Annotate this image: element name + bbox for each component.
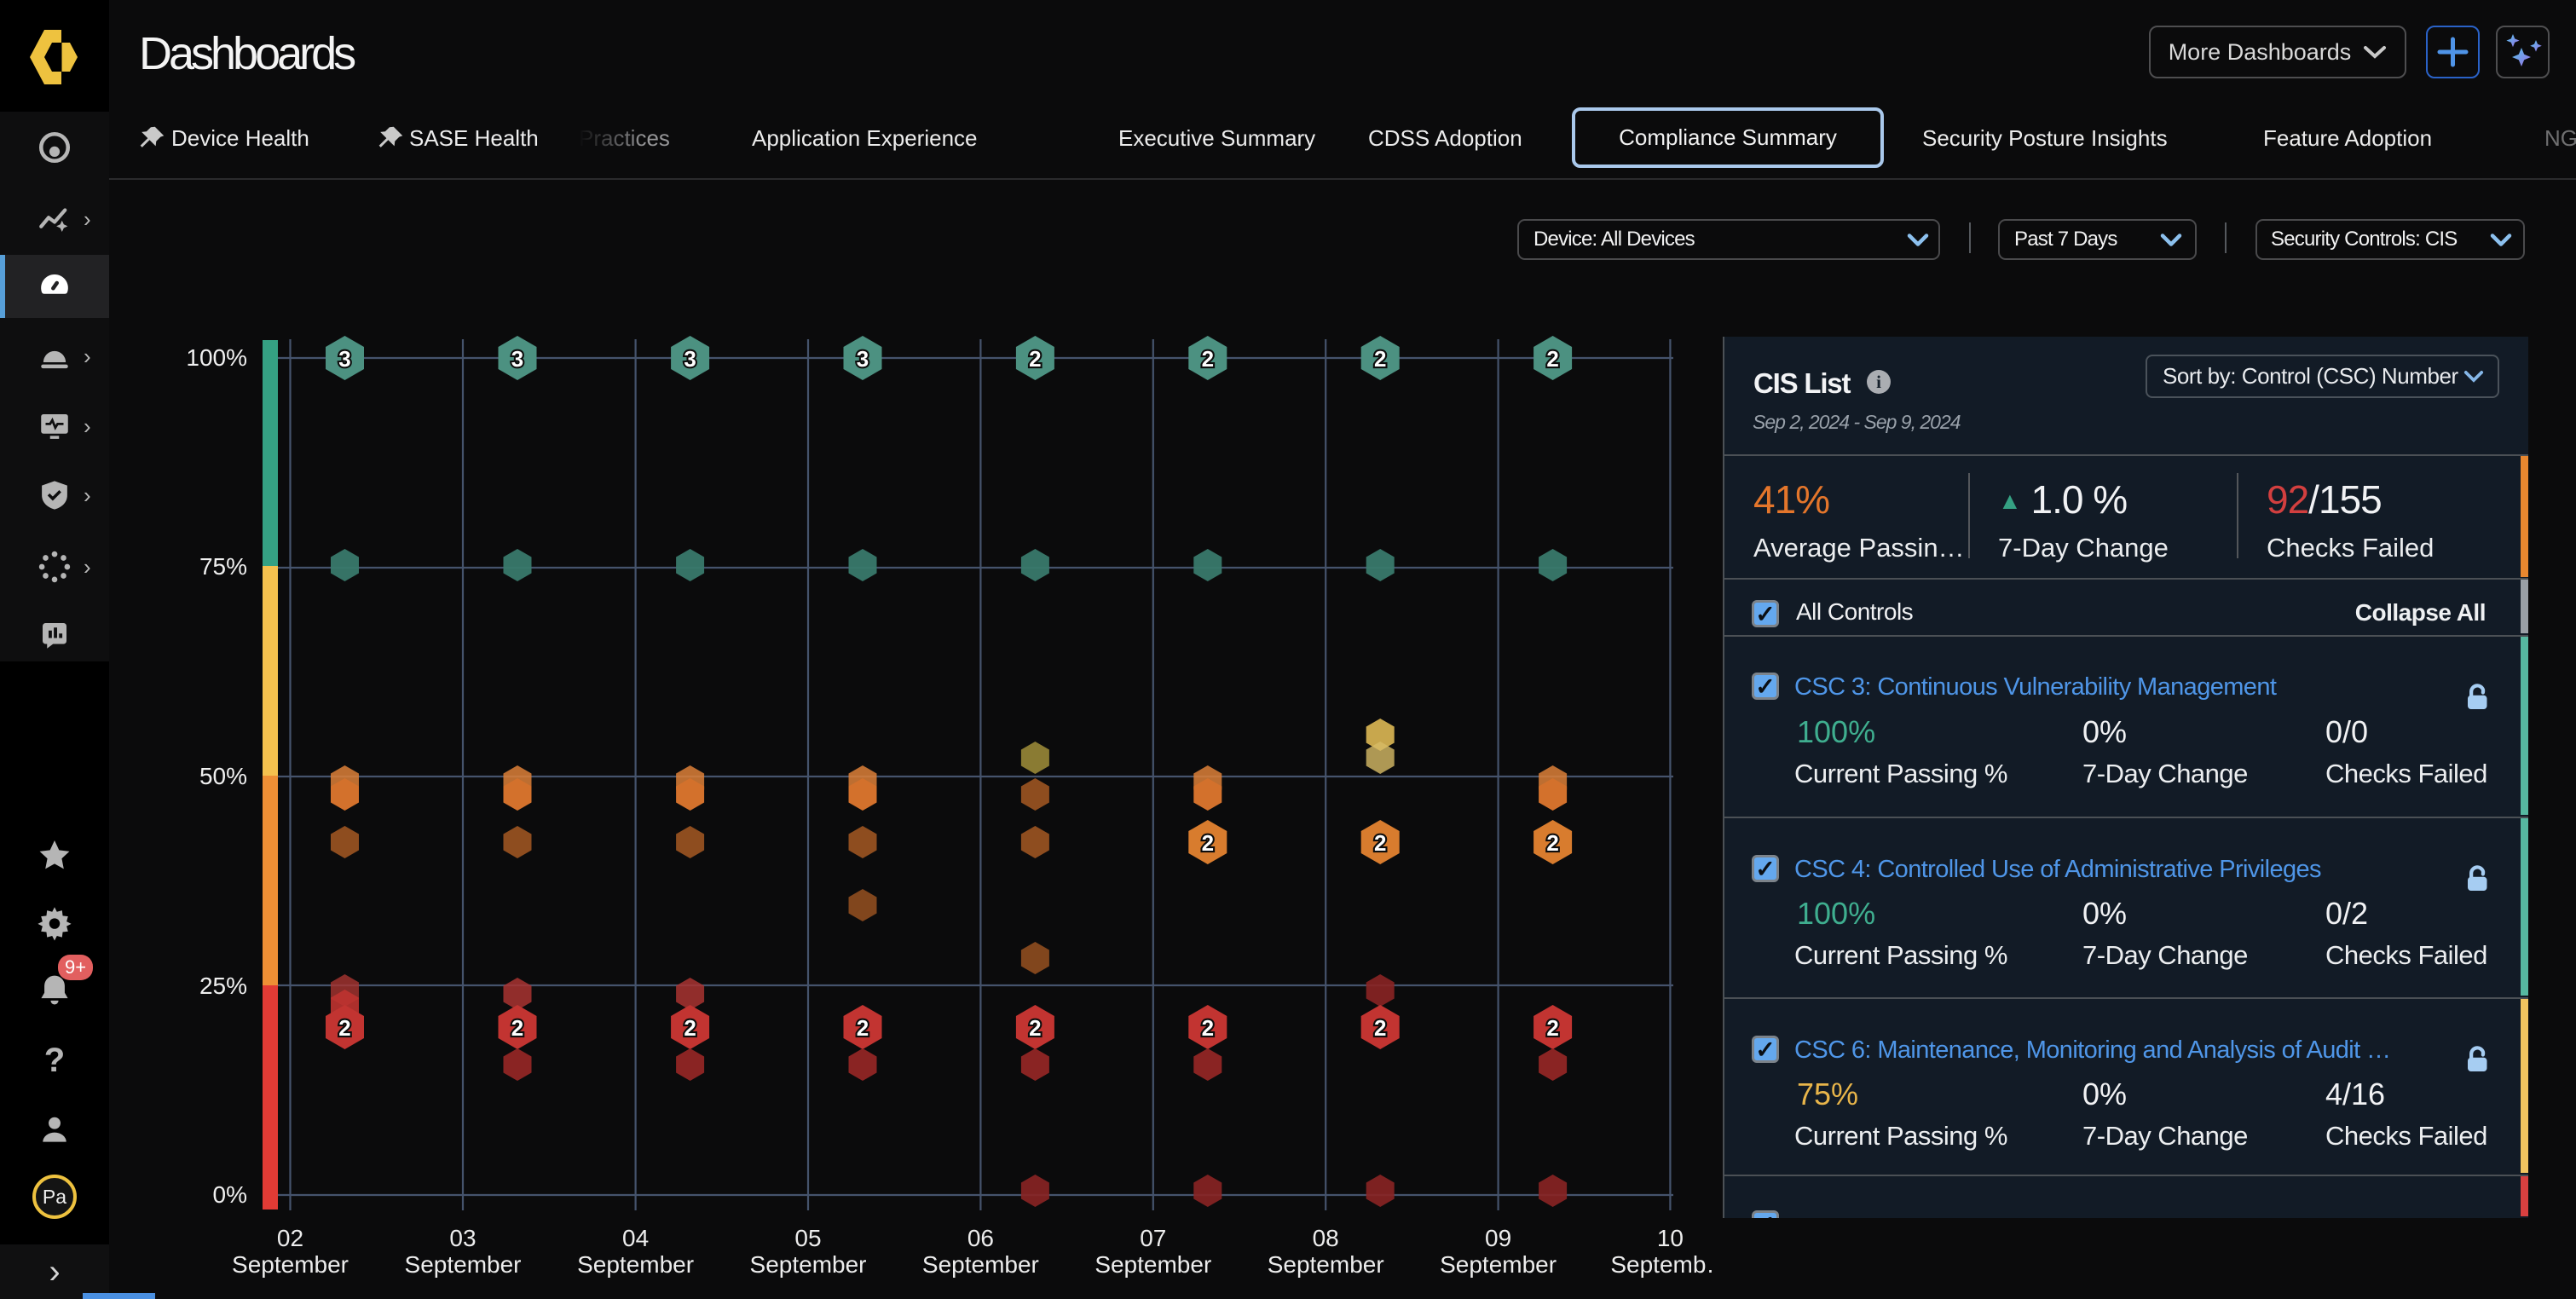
svg-text:08: 08: [1313, 1225, 1339, 1251]
svg-text:09: 09: [1485, 1225, 1511, 1251]
svg-text:September: September: [1440, 1251, 1557, 1278]
svg-text:3: 3: [857, 346, 869, 372]
svg-text:3: 3: [684, 346, 696, 372]
svg-text:50%: 50%: [199, 763, 247, 789]
svg-text:Septemb…: Septemb…: [1610, 1251, 1713, 1278]
svg-text:75%: 75%: [199, 553, 247, 580]
svg-text:2: 2: [857, 1015, 869, 1041]
svg-text:2: 2: [1202, 346, 1214, 372]
svg-text:25%: 25%: [199, 973, 247, 999]
svg-text:2: 2: [1546, 830, 1558, 856]
svg-text:3: 3: [511, 346, 523, 372]
svg-text:2: 2: [1029, 346, 1041, 372]
svg-text:September: September: [405, 1251, 522, 1278]
svg-text:2: 2: [338, 1015, 350, 1041]
svg-text:06: 06: [967, 1225, 994, 1251]
svg-text:September: September: [1095, 1251, 1211, 1278]
svg-text:September: September: [922, 1251, 1039, 1278]
svg-text:2: 2: [1202, 830, 1214, 856]
svg-text:03: 03: [449, 1225, 476, 1251]
svg-text:September: September: [577, 1251, 694, 1278]
svg-text:02: 02: [277, 1225, 303, 1251]
svg-text:2: 2: [1374, 830, 1386, 856]
svg-text:07: 07: [1140, 1225, 1166, 1251]
svg-text:2: 2: [1374, 1015, 1386, 1041]
svg-text:05: 05: [794, 1225, 821, 1251]
svg-text:September: September: [1268, 1251, 1384, 1278]
svg-text:2: 2: [1546, 1015, 1558, 1041]
svg-text:3: 3: [338, 346, 350, 372]
svg-text:September: September: [750, 1251, 867, 1278]
svg-text:100%: 100%: [186, 344, 247, 371]
svg-text:September: September: [232, 1251, 349, 1278]
svg-text:2: 2: [1374, 346, 1386, 372]
svg-text:2: 2: [1546, 346, 1558, 372]
svg-text:2: 2: [511, 1015, 523, 1041]
svg-text:0%: 0%: [213, 1181, 247, 1208]
svg-text:10: 10: [1657, 1225, 1684, 1251]
svg-text:2: 2: [1202, 1015, 1214, 1041]
svg-text:2: 2: [684, 1015, 696, 1041]
svg-text:2: 2: [1029, 1015, 1041, 1041]
svg-text:04: 04: [622, 1225, 649, 1251]
